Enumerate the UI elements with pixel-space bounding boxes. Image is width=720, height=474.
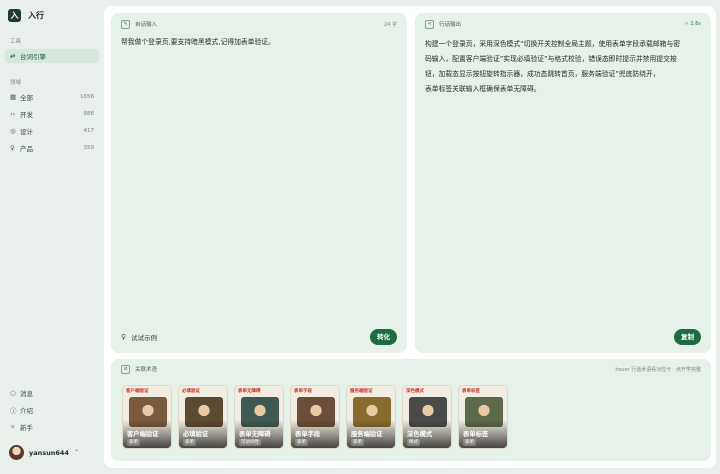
try-example-label: 试试示例 (131, 334, 158, 342)
term-card-tag: 可访问性 (239, 439, 261, 446)
bulb-icon: ♀ (121, 333, 127, 341)
bulb-icon: ♀ (10, 144, 15, 152)
sparkle-icon: ✧ (10, 423, 16, 431)
poster-title: 客户端验证 (126, 389, 149, 394)
sidebar-item-count: 888 (83, 111, 95, 117)
poster-title: 表单字段 (294, 389, 312, 394)
term-card-title: 表单标签 (463, 431, 489, 438)
sidebar-item-newbie[interactable]: ✧ 新手 (5, 420, 99, 434)
related-terms-title: 关联术语 (135, 367, 158, 373)
info-icon: ⓘ (10, 407, 17, 415)
link-icon: ⊘ (121, 364, 130, 374)
input-panel-header: ✎ 自话输入 24 字 (111, 13, 407, 35)
avatar (9, 445, 24, 460)
code-icon: ‹› (10, 110, 16, 118)
output-line: 构建一个登录页，采用深色模式“切换开关控制全局主题，使用表单字段承载邮箱与密 (425, 40, 681, 48)
poster-title: 深色模式 (406, 389, 424, 394)
sidebar-item-label: 全部 (20, 94, 33, 102)
sidebar: 入 入行 工具 ⇄ 台词引擎 领域 ▦ 全部 1656 ‹› 开发 888 ◎ … (0, 0, 104, 474)
input-panel-footer: ♀ 试试示例 转化 (121, 329, 397, 345)
sidebar-item-product[interactable]: ♀ 产品 359 (5, 141, 99, 155)
output-line: 表单标签关联输入框确保表单无障碍。 (425, 85, 541, 93)
term-card-tag: 表单 (127, 439, 140, 446)
sidebar-item-messages[interactable]: ○ 消息 (5, 386, 99, 400)
chevron-up-icon: ⌃ (73, 449, 79, 456)
jargon-output: 构建一个登录页，采用深色模式“切换开关控制全局主题，使用表单字段承载邮箱与密 码… (415, 35, 711, 99)
poster-title: 表单标签 (462, 389, 480, 394)
output-line: 码输入，配置客户端验证”实现必填验证”与格式校验，错误态即时提示并禁用提交按 (425, 55, 677, 63)
term-card-title: 必填验证 (183, 431, 209, 438)
palette-icon: ◎ (10, 127, 16, 135)
sidebar-item-count: 417 (83, 128, 95, 134)
poster-title: 必填验证 (182, 389, 200, 394)
term-card[interactable]: 表单标签 表单标签 表单 (458, 385, 508, 449)
sidebar-item-intro[interactable]: ⓘ 介绍 (5, 403, 99, 417)
input-panel: ✎ 自话输入 24 字 帮我做个登录页,要支持暗黑模式,记得加表单验证。 ♀ 试… (111, 13, 407, 353)
term-card-title: 深色模式 (407, 431, 433, 438)
main-frame: ✎ 自话输入 24 字 帮我做个登录页,要支持暗黑模式,记得加表单验证。 ♀ 试… (104, 6, 716, 468)
sidebar-item-label: 台词引擎 (20, 53, 46, 61)
plain-text-input[interactable]: 帮我做个登录页,要支持暗黑模式,记得加表单验证。 (111, 35, 407, 50)
term-card[interactable]: 客户端验证 客户端验证 表单 (122, 385, 172, 449)
term-card-title: 服务端验证 (351, 431, 383, 438)
output-panel-title: 行话输出 (439, 22, 462, 28)
brand-logo: 入 (8, 8, 21, 22)
term-card-title: 客户端验证 (127, 431, 159, 438)
term-card[interactable]: 表单字段 表单字段 表单 (290, 385, 340, 449)
status-badge: ✓ 2.6s (684, 21, 701, 27)
output-panel-footer: 复制 (425, 329, 701, 345)
term-card-tag: 表单 (183, 439, 196, 446)
brand-name: 入行 (28, 10, 44, 20)
related-terms-panel: ⊘ 关联术语 hover 行话术语看对应卡 · 点开学完整 客户端验证 客户端验证… (111, 359, 711, 461)
sidebar-item-count: 1656 (80, 94, 94, 100)
sidebar-item-count: 359 (83, 145, 95, 151)
sidebar-item-label: 产品 (20, 145, 33, 153)
term-card-title: 表单无障碍 (239, 431, 271, 438)
sidebar-item-dev[interactable]: ‹› 开发 888 (5, 107, 99, 121)
copy-button[interactable]: 复制 (674, 329, 701, 345)
brand[interactable]: 入 入行 (5, 8, 99, 22)
term-card-title: 表单字段 (295, 431, 321, 438)
sidebar-item-dialogue-engine[interactable]: ⇄ 台词引擎 (5, 49, 99, 63)
edit-icon: ✎ (121, 19, 130, 29)
user-menu[interactable]: yansun644 ⌃ (9, 445, 79, 460)
term-card[interactable]: 深色模式 深色模式 样式 (402, 385, 452, 449)
related-terms-hint: hover 行话术语看对应卡 · 点开学完整 (615, 366, 701, 373)
try-example-link[interactable]: ♀ 试试示例 (121, 332, 370, 342)
sidebar-item-label: 开发 (20, 111, 33, 119)
share-icon: ⋖ (425, 19, 434, 29)
sidebar-item-all[interactable]: ▦ 全部 1656 (5, 90, 99, 104)
grid-icon: ▦ (10, 93, 17, 101)
translate-icon: ⇄ (10, 52, 16, 60)
output-panel: ⋖ 行话输出 ✓ 2.6s 构建一个登录页，采用深色模式“切换开关控制全局主题，… (415, 13, 711, 353)
poster-title: 服务端验证 (350, 389, 373, 394)
poster-title: 表单无障碍 (238, 389, 261, 394)
sidebar-bottom-nav: ○ 消息 ⓘ 介绍 ✧ 新手 (5, 386, 99, 437)
term-card-tag: 表单 (351, 439, 364, 446)
output-panel-header: ⋖ 行话输出 ✓ 2.6s (415, 13, 711, 35)
sidebar-item-label: 介绍 (20, 407, 33, 415)
convert-button[interactable]: 转化 (370, 329, 397, 345)
term-card[interactable]: 必填验证 必填验证 表单 (178, 385, 228, 449)
section-label-tools: 工具 (10, 39, 22, 45)
char-count: 24 字 (384, 21, 397, 28)
term-card[interactable]: 服务端验证 服务端验证 表单 (346, 385, 396, 449)
term-card[interactable]: 表单无障碍 表单无障碍 可访问性 (234, 385, 284, 449)
sidebar-item-design[interactable]: ◎ 设计 417 (5, 124, 99, 138)
sidebar-item-label: 新手 (20, 424, 33, 432)
sidebar-item-label: 设计 (20, 128, 33, 136)
sidebar-item-label: 消息 (20, 390, 33, 398)
input-panel-title: 自话输入 (135, 22, 158, 28)
term-cards: 客户端验证 客户端验证 表单 必填验证 必填验证 表单 表单无障碍 表单无障碍 可访问性 表单字段… (122, 385, 508, 449)
output-line: 钮，加载态显示按钮旋转指示器，成功态跳转首页，服务端验证”兜底防绕开， (425, 70, 660, 78)
term-card-tag: 表单 (295, 439, 308, 446)
username: yansun644 (29, 448, 69, 457)
related-terms-header: ⊘ 关联术语 hover 行话术语看对应卡 · 点开学完整 (111, 359, 711, 379)
section-label-domain: 领域 (10, 80, 22, 86)
term-card-tag: 样式 (407, 439, 420, 446)
term-card-tag: 表单 (463, 439, 476, 446)
bell-icon: ○ (10, 389, 16, 397)
